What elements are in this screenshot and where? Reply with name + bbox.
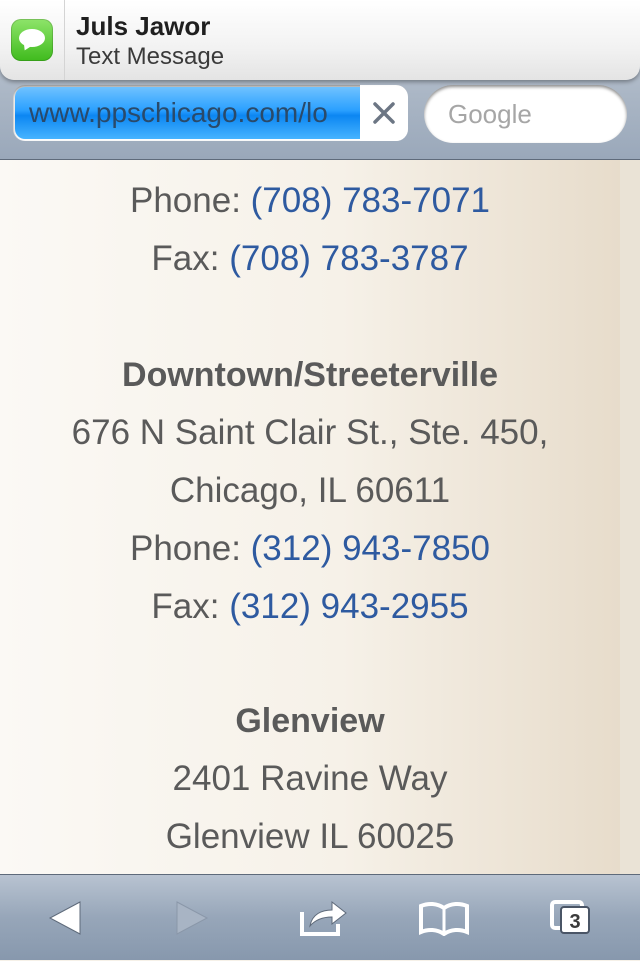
location-block: Glenview 2401 Ravine Way Glenview IL 600… (0, 692, 620, 866)
bottom-toolbar (0, 874, 640, 960)
fax-line: Fax: (312) 943-2955 (0, 578, 620, 636)
fax-label: Fax: (151, 239, 220, 278)
share-icon (300, 900, 347, 936)
location-name: Glenview (235, 702, 385, 740)
bookmarks-icon (419, 901, 469, 936)
fax-label: Fax: (151, 587, 220, 626)
address-line: 676 N Saint Clair St., Ste. 450, (71, 413, 549, 452)
page-edge (620, 160, 640, 874)
fax-link[interactable]: (312) 943-2955 (229, 587, 468, 626)
phone-link[interactable]: (708) 783-7071 (251, 181, 490, 220)
fax-link[interactable]: (708) 783-3787 (229, 239, 468, 278)
phone-link[interactable]: (312) 943-7850 (251, 529, 490, 568)
notification-banner[interactable]: Juls Jawor Text Message (0, 0, 640, 80)
search-placeholder: Google (448, 99, 532, 129)
phone-line: Phone: (312) 943-7850 (0, 520, 620, 578)
phone-label: Phone: (129, 529, 241, 568)
url-field[interactable]: www.ppschicago.com/lo (13, 85, 408, 141)
phone-line: Phone: (708) 783-7071 (0, 172, 620, 230)
forward-button[interactable] (142, 875, 242, 961)
clear-url-button[interactable] (360, 85, 408, 141)
messages-icon (11, 19, 53, 61)
tabs-count-badge: 3 (560, 906, 590, 934)
back-button[interactable] (15, 875, 115, 961)
forward-icon (176, 901, 209, 935)
phone-label: Phone: (129, 181, 241, 220)
location-name: Downtown/Streeterville (122, 356, 498, 394)
divider (64, 0, 65, 80)
bookmarks-button[interactable] (394, 875, 494, 961)
url-text[interactable]: www.ppschicago.com/lo (29, 95, 369, 131)
address-line: Chicago, IL 60611 (169, 471, 451, 510)
fax-line: Fax: (708) 783-3787 (0, 230, 620, 288)
address-line: Glenview IL 60025 (165, 817, 455, 856)
back-icon (48, 901, 81, 935)
notification-sender: Juls Jawor (76, 11, 211, 41)
search-input[interactable]: Google (424, 85, 627, 143)
location-block: Downtown/Streeterville 676 N Saint Clair… (0, 346, 620, 636)
close-icon (373, 102, 395, 124)
web-page-content: Phone: (708) 783-7071 Fax: (708) 783-378… (0, 160, 620, 874)
share-button[interactable] (274, 875, 374, 961)
notification-type: Text Message (76, 43, 225, 70)
address-line: 2401 Ravine Way (172, 759, 448, 798)
location-block: Phone: (708) 783-7071 Fax: (708) 783-378… (0, 172, 620, 288)
